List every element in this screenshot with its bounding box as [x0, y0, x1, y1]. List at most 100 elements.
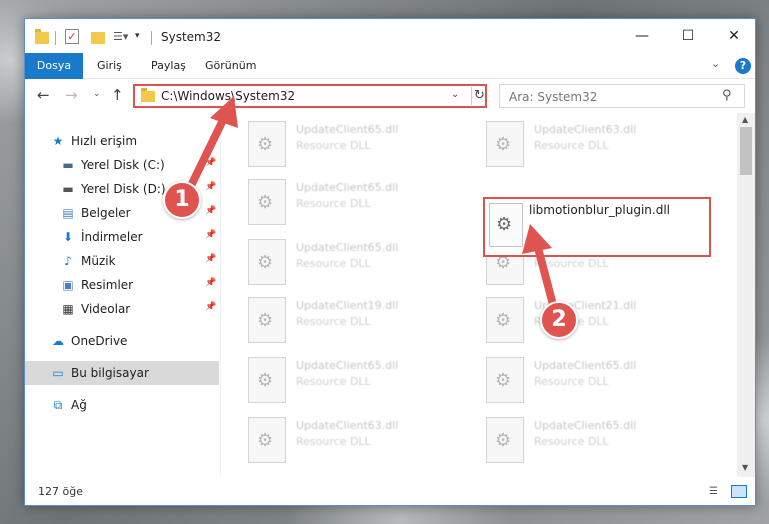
close-button[interactable]: ✕ [711, 19, 755, 53]
pin-icon[interactable]: 📌 [205, 182, 216, 192]
star-icon: ★ [52, 134, 64, 148]
recent-locations-button[interactable]: ⌄ [93, 89, 101, 99]
file-item[interactable]: UpdateClient65.dll Resource DLL [222, 353, 452, 403]
sidebar-item-label: Ağ [71, 398, 87, 412]
sidebar-item-label: Müzik [81, 254, 116, 268]
maximize-button[interactable]: ☐ [665, 19, 711, 53]
scroll-down-arrow-icon[interactable]: ▼ [742, 463, 748, 472]
chevron-down-icon[interactable]: ▾ [135, 31, 147, 47]
search-input[interactable]: Ara: System32 [509, 90, 597, 104]
scroll-thumb[interactable] [740, 127, 752, 175]
highlighted-file-item[interactable]: libmotionblur_plugin.dll [483, 197, 711, 257]
drive-icon: ▬ [62, 158, 74, 172]
sidebar-item[interactable]: ▭ Bu bilgisayar [25, 361, 219, 385]
up-button[interactable]: ↑ [111, 86, 124, 104]
search-icon[interactable]: ⚲ [722, 88, 732, 103]
back-button[interactable]: ← [37, 86, 50, 104]
forward-button[interactable]: → [65, 86, 78, 104]
sidebar-item-label: İndirmeler [81, 230, 143, 244]
file-type: Resource DLL [296, 197, 371, 210]
dll-file-icon [486, 297, 524, 343]
expand-ribbon-icon[interactable]: ⌄ [711, 57, 720, 70]
pin-icon[interactable]: 📌 [205, 230, 216, 240]
pin-icon[interactable]: 📌 [205, 302, 216, 312]
sidebar-item[interactable]: ▣ Resimler 📌 [25, 273, 219, 297]
tab-home[interactable]: Giriş [97, 53, 122, 79]
item-count: 127 öğe [38, 485, 83, 498]
status-bar: 127 öğe ☰ [25, 477, 755, 505]
tab-share[interactable]: Paylaş [151, 53, 186, 79]
sidebar-item[interactable]: ♪ Müzik 📌 [25, 249, 219, 273]
dll-file-icon [248, 357, 286, 403]
sidebar-item[interactable]: ⬇ İndirmeler 📌 [25, 225, 219, 249]
sidebar-item-label: Videolar [81, 302, 131, 316]
vertical-scrollbar[interactable]: ▲ ▼ [737, 113, 755, 477]
tab-file[interactable]: Dosya [25, 53, 83, 79]
network-icon: ⧉ [53, 398, 63, 412]
scroll-up-arrow-icon[interactable]: ▲ [742, 115, 748, 124]
ribbon-tabs: Dosya Giriş Paylaş Görünüm ⌄ ? [25, 53, 755, 79]
file-item[interactable]: UpdateClient65.dll Resource DLL [460, 353, 690, 403]
sidebar-item[interactable]: ▬ Yerel Disk (C:) 📌 [25, 153, 219, 177]
pin-icon[interactable]: 📌 [205, 206, 216, 216]
file-type: Resource DLL [296, 139, 371, 152]
file-name: UpdateClient65.dll [534, 359, 637, 372]
pin-icon[interactable]: 📌 [205, 278, 216, 288]
help-icon[interactable]: ? [735, 58, 751, 74]
sidebar-item-label: Yerel Disk (C:) [81, 158, 165, 172]
file-item[interactable]: UpdateClient63.dll Resource DLL [222, 413, 452, 463]
dll-file-icon [248, 239, 286, 285]
sidebar-item-label: Resimler [81, 278, 134, 292]
refresh-button[interactable]: ↻ [471, 87, 487, 105]
minimize-button[interactable]: — [619, 19, 665, 53]
documents-icon: ▤ [62, 206, 74, 220]
sidebar-item[interactable]: ⧉ Ağ [25, 393, 219, 417]
file-item[interactable]: UpdateClient65.dll Resource DLL [222, 175, 452, 225]
dll-file-icon [489, 203, 523, 247]
sidebar-item[interactable]: ☁ OneDrive [25, 329, 219, 353]
pin-icon[interactable]: 📌 [205, 158, 216, 168]
address-dropdown-button[interactable]: ⌄ [451, 89, 459, 100]
file-name: UpdateClient65.dll [296, 181, 399, 194]
large-icons-view-icon[interactable] [731, 485, 747, 498]
folder-icon [35, 29, 49, 44]
file-item[interactable]: UpdateClient65.dll Resource DLL [222, 235, 452, 285]
address-path[interactable]: C:\Windows\System32 [161, 89, 295, 103]
navigation-bar: ← → ⌄ ↑ C:\Windows\System32 ⌄ ↻ Ara: Sys… [25, 79, 755, 113]
address-bar[interactable]: C:\Windows\System32 ⌄ ↻ [133, 84, 487, 108]
details-view-icon[interactable]: ☰ [709, 486, 725, 498]
dll-file-icon [248, 417, 286, 463]
sidebar-item-label: Hızlı erişim [71, 134, 138, 148]
navigation-pane: ★ Hızlı erişim ▬ Yerel Disk (C:) 📌 ▬ Yerel Dis… [25, 113, 221, 477]
file-item[interactable]: UpdateClient65.dll Resource DLL [222, 117, 452, 167]
tab-view[interactable]: Görünüm [205, 53, 256, 79]
properties-check-icon[interactable]: ✓ [65, 29, 79, 44]
sidebar-item-label: OneDrive [71, 334, 128, 348]
title-bar: ✓ ☰▾ ▾ System32 — ☐ ✕ [25, 19, 755, 53]
file-name: UpdateClient63.dll [534, 123, 637, 136]
dll-file-icon [486, 357, 524, 403]
sidebar-item[interactable]: ★ Hızlı erişim [25, 129, 219, 153]
pin-icon[interactable]: 📌 [205, 254, 216, 264]
file-name: libmotionblur_plugin.dll [529, 203, 671, 217]
dll-file-icon [486, 417, 524, 463]
file-list: UpdateClient65.dll Resource DLL UpdateClie… [222, 113, 737, 477]
sidebar-item-label: Belgeler [81, 206, 131, 220]
file-item[interactable]: UpdateClient65.dll Resource DLL [460, 413, 690, 463]
computer-icon: ▭ [52, 366, 64, 380]
file-name: UpdateClient65.dll [296, 241, 399, 254]
dll-file-icon [486, 121, 524, 167]
search-box[interactable]: Ara: System32 ⚲ [499, 84, 745, 108]
file-item[interactable]: UpdateClient63.dll Resource DLL [460, 117, 690, 167]
file-type: Resource DLL [296, 375, 371, 388]
file-item[interactable]: UpdateClient19.dll Resource DLL [222, 293, 452, 343]
file-name: UpdateClient65.dll [534, 419, 637, 432]
customize-toolbar-icon[interactable]: ☰▾ [113, 30, 131, 46]
file-name: UpdateClient65.dll [296, 123, 399, 136]
sidebar-item[interactable]: ▦ Videolar 📌 [25, 297, 219, 321]
dll-file-icon [248, 297, 286, 343]
new-folder-icon[interactable] [91, 32, 105, 44]
file-type: Resource DLL [534, 257, 609, 270]
pictures-icon: ▣ [62, 278, 74, 292]
sidebar-item-label: Bu bilgisayar [71, 366, 149, 380]
